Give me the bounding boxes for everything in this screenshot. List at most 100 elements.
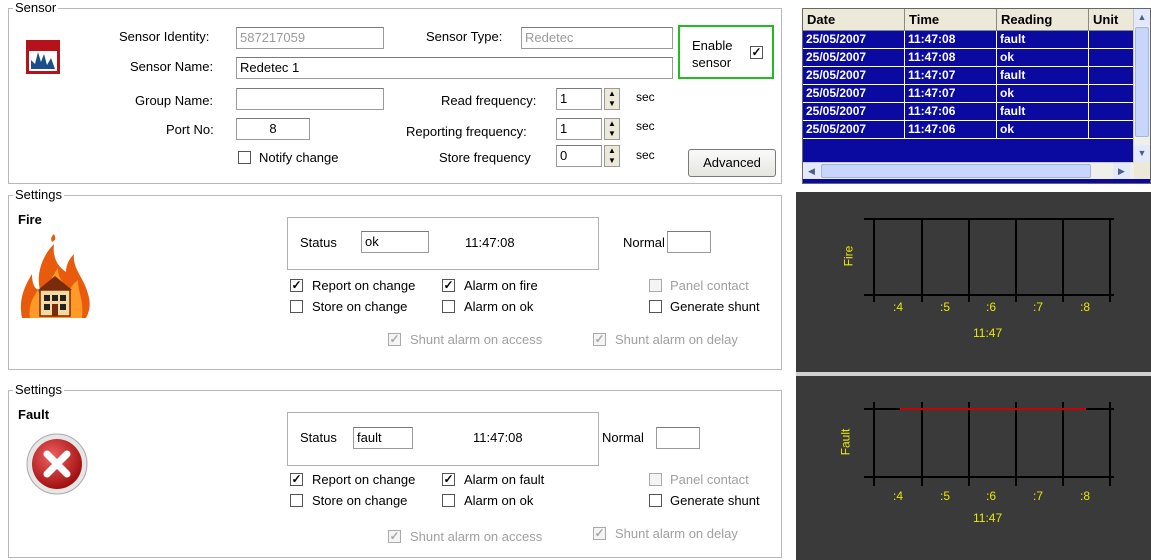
reporting-frequency-field[interactable]: 1 bbox=[556, 118, 602, 140]
scroll-corner bbox=[1134, 162, 1150, 179]
table-row[interactable]: 25/05/2007 11:47:06 ok bbox=[803, 121, 1133, 139]
fault-title: Fault bbox=[18, 407, 50, 422]
cell-unit bbox=[1089, 121, 1135, 138]
reporting-frequency-spinner[interactable]: ▲ ▼ bbox=[604, 118, 620, 140]
sensor-type-field[interactable]: Redetec bbox=[521, 27, 673, 49]
read-frequency-unit: sec bbox=[636, 90, 655, 104]
fault-graph-plot bbox=[864, 402, 1114, 486]
cell-time: 11:47:06 bbox=[905, 103, 997, 120]
cell-time: 11:47:07 bbox=[905, 85, 997, 102]
column-header-reading[interactable]: Reading bbox=[997, 9, 1089, 30]
fire-graph-tick: :4 bbox=[893, 300, 904, 314]
fire-icon bbox=[18, 234, 92, 320]
port-no-field[interactable]: 8 bbox=[236, 118, 310, 140]
fault-graph-tick: :8 bbox=[1080, 489, 1091, 503]
cell-date: 25/05/2007 bbox=[803, 31, 905, 48]
cell-date: 25/05/2007 bbox=[803, 49, 905, 66]
fault-report-on-change-checkbox[interactable]: ✓ bbox=[290, 473, 303, 486]
cell-reading: fault bbox=[997, 103, 1089, 120]
fire-report-on-change-checkbox[interactable]: ✓ bbox=[290, 279, 303, 292]
enable-sensor-checkbox[interactable]: ✓ bbox=[750, 46, 763, 59]
sensor-identity-field[interactable]: 587217059 bbox=[236, 27, 384, 49]
log-table[interactable]: Date Time Reading Unit 25/05/2007 11:47:… bbox=[802, 8, 1151, 184]
read-frequency-label: Read frequency: bbox=[441, 93, 537, 108]
table-horizontal-scrollbar[interactable]: ◀ ▶ bbox=[803, 162, 1134, 179]
table-row[interactable]: 25/05/2007 11:47:08 fault bbox=[803, 31, 1133, 49]
store-frequency-unit: sec bbox=[636, 148, 655, 162]
fire-graph-tick: :7 bbox=[1033, 300, 1044, 314]
store-frequency-field[interactable]: 0 bbox=[556, 145, 602, 167]
port-no-label: Port No: bbox=[166, 122, 214, 137]
fault-shunt-delay-label: Shunt alarm on delay bbox=[615, 526, 738, 541]
fire-alarm-on-fire-checkbox[interactable]: ✓ bbox=[442, 279, 455, 292]
fire-graph-plot bbox=[864, 218, 1114, 302]
store-frequency-spinner[interactable]: ▲ ▼ bbox=[604, 145, 620, 167]
fire-panel-contact-checkbox[interactable] bbox=[649, 279, 662, 292]
read-frequency-spinner[interactable]: ▲ ▼ bbox=[604, 88, 620, 110]
fire-generate-shunt-checkbox[interactable] bbox=[649, 300, 662, 313]
notify-change-checkbox[interactable] bbox=[238, 151, 251, 164]
fire-shunt-delay-checkbox[interactable]: ✓ bbox=[593, 333, 606, 346]
column-header-date[interactable]: Date bbox=[803, 9, 905, 30]
cell-reading: fault bbox=[997, 31, 1089, 48]
fire-status-field[interactable]: ok bbox=[361, 231, 429, 253]
fault-settings-legend: Settings bbox=[13, 382, 64, 398]
column-header-time[interactable]: Time bbox=[905, 9, 997, 30]
cell-date: 25/05/2007 bbox=[803, 85, 905, 102]
table-row[interactable]: 25/05/2007 11:47:06 fault bbox=[803, 103, 1133, 121]
cell-reading: ok bbox=[997, 121, 1089, 138]
cell-unit bbox=[1089, 67, 1135, 84]
fire-report-on-change-label: Report on change bbox=[312, 278, 416, 293]
fire-graph-tick: :6 bbox=[986, 300, 997, 314]
scroll-left-icon[interactable]: ◀ bbox=[803, 163, 820, 179]
fire-title: Fire bbox=[18, 212, 42, 227]
scroll-thumb[interactable] bbox=[1135, 27, 1149, 137]
sensor-type-label: Sensor Type: bbox=[426, 29, 503, 44]
read-frequency-field[interactable]: 1 bbox=[556, 88, 602, 110]
cell-time: 11:47:08 bbox=[905, 31, 997, 48]
table-vertical-scrollbar[interactable]: ▲ ▼ bbox=[1133, 9, 1150, 162]
enable-sensor-label-2: sensor bbox=[692, 55, 732, 70]
fault-shunt-delay-checkbox[interactable]: ✓ bbox=[593, 527, 606, 540]
scroll-up-icon[interactable]: ▲ bbox=[1134, 9, 1150, 26]
fault-graph-tick: :7 bbox=[1033, 489, 1044, 503]
fault-store-on-change-checkbox[interactable] bbox=[290, 494, 303, 507]
scroll-down-icon[interactable]: ▼ bbox=[1134, 145, 1150, 162]
fire-normal-field[interactable] bbox=[667, 231, 711, 253]
fault-generate-shunt-checkbox[interactable] bbox=[649, 494, 662, 507]
fault-alarm-on-ok-checkbox[interactable] bbox=[442, 494, 455, 507]
fault-alarm-on-ok-label: Alarm on ok bbox=[464, 493, 534, 508]
cell-unit bbox=[1089, 49, 1135, 66]
fault-alarm-on-fault-checkbox[interactable]: ✓ bbox=[442, 473, 455, 486]
table-row[interactable]: 25/05/2007 11:47:08 ok bbox=[803, 49, 1133, 67]
sensor-name-field[interactable]: Redetec 1 bbox=[236, 57, 673, 79]
fire-store-on-change-label: Store on change bbox=[312, 299, 408, 314]
fault-graph-tick: :6 bbox=[986, 489, 997, 503]
scroll-right-icon[interactable]: ▶ bbox=[1113, 163, 1130, 179]
cell-unit bbox=[1089, 85, 1135, 102]
cell-time: 11:47:07 bbox=[905, 67, 997, 84]
fire-graph-axis-label: Fire bbox=[841, 245, 856, 267]
fault-status-time: 11:47:08 bbox=[473, 430, 523, 445]
fire-alarm-on-ok-checkbox[interactable] bbox=[442, 300, 455, 313]
fault-graph-tick: :4 bbox=[893, 489, 904, 503]
sensor-app-icon bbox=[26, 40, 60, 74]
cell-date: 25/05/2007 bbox=[803, 121, 905, 138]
fault-normal-field[interactable] bbox=[656, 427, 700, 449]
cell-date: 25/05/2007 bbox=[803, 103, 905, 120]
fire-store-on-change-checkbox[interactable] bbox=[290, 300, 303, 313]
group-name-field[interactable] bbox=[236, 88, 384, 110]
fault-shunt-access-checkbox[interactable]: ✓ bbox=[388, 530, 401, 543]
advanced-button[interactable]: Advanced bbox=[688, 149, 776, 177]
fire-alarm-on-ok-label: Alarm on ok bbox=[464, 299, 534, 314]
fire-shunt-delay-label: Shunt alarm on delay bbox=[615, 332, 738, 347]
fire-graph-tick: :8 bbox=[1080, 300, 1091, 314]
table-row[interactable]: 25/05/2007 11:47:07 ok bbox=[803, 85, 1133, 103]
table-row[interactable]: 25/05/2007 11:47:07 fault bbox=[803, 67, 1133, 85]
cell-time: 11:47:06 bbox=[905, 121, 997, 138]
fault-panel-contact-checkbox[interactable] bbox=[649, 473, 662, 486]
scroll-hthumb[interactable] bbox=[821, 164, 1091, 178]
column-header-unit[interactable]: Unit bbox=[1089, 9, 1135, 30]
fire-shunt-access-checkbox[interactable]: ✓ bbox=[388, 333, 401, 346]
fault-status-field[interactable]: fault bbox=[353, 427, 413, 449]
